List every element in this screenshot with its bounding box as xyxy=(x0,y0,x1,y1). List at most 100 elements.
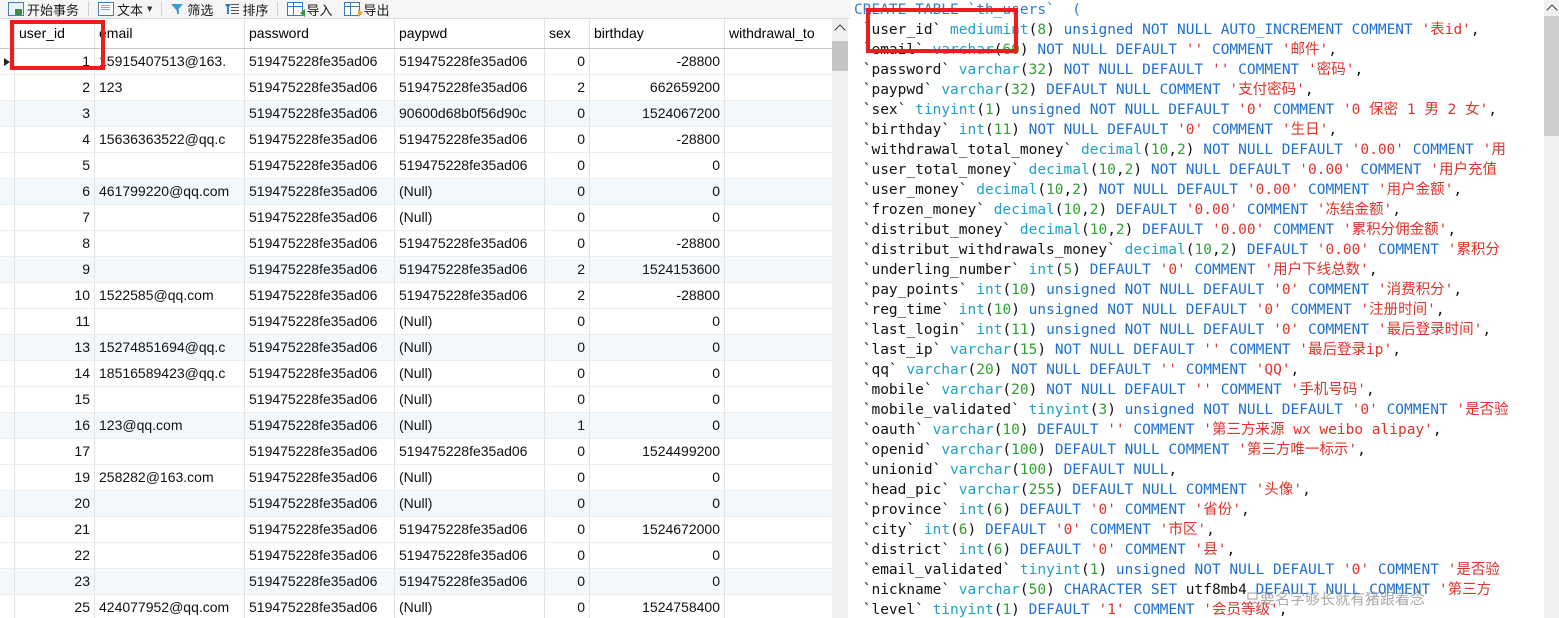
cell-withdrawal_to[interactable] xyxy=(724,516,837,543)
cell-password[interactable]: 519475228fe35ad06 xyxy=(244,438,395,465)
cell-user_id[interactable]: 15 xyxy=(14,386,95,413)
column-header-birthday[interactable]: birthday xyxy=(589,19,725,49)
cell-paypwd[interactable]: 519475228fe35ad06 xyxy=(394,438,545,465)
toolbar-button-sort[interactable]: 排序 xyxy=(219,0,274,18)
cell-paypwd[interactable]: 519475228fe35ad06 xyxy=(394,256,545,283)
cell-paypwd[interactable]: 519475228fe35ad06 xyxy=(394,230,545,257)
table-row[interactable]: 6 461799220@qq.com 519475228fe35ad06 (Null)… xyxy=(0,178,837,205)
cell-withdrawal_to[interactable] xyxy=(724,256,837,283)
table-row[interactable]: 4 15636363522@qq.c 519475228fe35ad06 519475… xyxy=(0,126,837,153)
cell-paypwd[interactable]: 519475228fe35ad06 xyxy=(394,516,545,543)
cell-password[interactable]: 519475228fe35ad06 xyxy=(244,490,395,517)
cell-user_id[interactable]: 25 xyxy=(14,594,95,618)
cell-email[interactable]: 123@qq.com xyxy=(94,412,245,439)
cell-user_id[interactable]: 14 xyxy=(14,360,95,387)
cell-password[interactable]: 519475228fe35ad06 xyxy=(244,178,395,205)
cell-withdrawal_to[interactable] xyxy=(724,490,837,517)
cell-paypwd[interactable]: 519475228fe35ad06 xyxy=(394,282,545,309)
cell-sex[interactable]: 0 xyxy=(544,516,590,543)
cell-sex[interactable]: 0 xyxy=(544,126,590,153)
cell-birthday[interactable]: 0 xyxy=(589,178,725,205)
table-row[interactable]: 8 519475228fe35ad06 519475228fe35ad06 0 -288… xyxy=(0,230,837,257)
cell-email[interactable] xyxy=(94,386,245,413)
cell-withdrawal_to[interactable] xyxy=(724,48,837,75)
cell-birthday[interactable]: -28800 xyxy=(589,126,725,153)
cell-withdrawal_to[interactable] xyxy=(724,100,837,127)
cell-password[interactable]: 519475228fe35ad06 xyxy=(244,230,395,257)
cell-birthday[interactable]: 0 xyxy=(589,360,725,387)
cell-birthday[interactable]: 0 xyxy=(589,152,725,179)
cell-password[interactable]: 519475228fe35ad06 xyxy=(244,594,395,618)
cell-paypwd[interactable]: 519475228fe35ad06 xyxy=(394,74,545,101)
cell-email[interactable]: 123 xyxy=(94,74,245,101)
cell-user_id[interactable]: 6 xyxy=(14,178,95,205)
table-row[interactable]: 3 519475228fe35ad06 90600d68b0f56d90c 0 1524… xyxy=(0,100,837,127)
cell-paypwd[interactable]: (Null) xyxy=(394,360,545,387)
cell-password[interactable]: 519475228fe35ad06 xyxy=(244,568,395,595)
cell-birthday[interactable]: 1524153600 xyxy=(589,256,725,283)
cell-password[interactable]: 519475228fe35ad06 xyxy=(244,74,395,101)
cell-birthday[interactable]: 0 xyxy=(589,204,725,231)
cell-user_id[interactable]: 17 xyxy=(14,438,95,465)
column-header-email[interactable]: email xyxy=(94,19,245,49)
cell-email[interactable]: 424077952@qq.com xyxy=(94,594,245,618)
row-marker-cell[interactable] xyxy=(0,152,15,179)
cell-email[interactable]: 461799220@qq.com xyxy=(94,178,245,205)
cell-birthday[interactable]: 0 xyxy=(589,334,725,361)
cell-user_id[interactable]: 16 xyxy=(14,412,95,439)
cell-user_id[interactable]: 22 xyxy=(14,542,95,569)
sql-scrollbar-thumb[interactable] xyxy=(1544,16,1559,136)
cell-sex[interactable]: 2 xyxy=(544,282,590,309)
cell-user_id[interactable]: 3 xyxy=(14,100,95,127)
cell-sex[interactable]: 1 xyxy=(544,412,590,439)
cell-withdrawal_to[interactable] xyxy=(724,360,837,387)
cell-sex[interactable]: 0 xyxy=(544,464,590,491)
cell-user_id[interactable]: 8 xyxy=(14,230,95,257)
row-marker-cell[interactable] xyxy=(0,308,15,335)
cell-user_id[interactable]: 7 xyxy=(14,204,95,231)
table-row[interactable]: 14 18516589423@qq.c 519475228fe35ad06 (Null… xyxy=(0,360,837,387)
cell-email[interactable]: 18516589423@qq.c xyxy=(94,360,245,387)
cell-password[interactable]: 519475228fe35ad06 xyxy=(244,256,395,283)
cell-user_id[interactable]: 20 xyxy=(14,490,95,517)
cell-sex[interactable]: 0 xyxy=(544,386,590,413)
cell-user_id[interactable]: 2 xyxy=(14,74,95,101)
cell-paypwd[interactable]: 519475228fe35ad06 xyxy=(394,542,545,569)
cell-paypwd[interactable]: (Null) xyxy=(394,334,545,361)
row-marker-cell[interactable] xyxy=(0,334,15,361)
cell-user_id[interactable]: 23 xyxy=(14,568,95,595)
cell-email[interactable] xyxy=(94,230,245,257)
grid-scroll-area[interactable]: user_id email password paypwd sex birthd… xyxy=(0,19,850,618)
cell-withdrawal_to[interactable] xyxy=(724,542,837,569)
cell-birthday[interactable]: 0 xyxy=(589,308,725,335)
cell-birthday[interactable]: 0 xyxy=(589,386,725,413)
row-marker-cell[interactable] xyxy=(0,386,15,413)
cell-birthday[interactable]: -28800 xyxy=(589,230,725,257)
column-header-withdrawal_to[interactable]: withdrawal_to xyxy=(724,19,837,49)
cell-email[interactable]: 15636363522@qq.c xyxy=(94,126,245,153)
row-marker-cell[interactable] xyxy=(0,48,15,75)
cell-birthday[interactable]: 1524672000 xyxy=(589,516,725,543)
cell-email[interactable] xyxy=(94,542,245,569)
cell-withdrawal_to[interactable] xyxy=(724,204,837,231)
cell-user_id[interactable]: 4 xyxy=(14,126,95,153)
cell-birthday[interactable]: 0 xyxy=(589,568,725,595)
cell-withdrawal_to[interactable] xyxy=(724,334,837,361)
toolbar-button-import[interactable]: 导入 xyxy=(281,0,338,18)
cell-sex[interactable]: 0 xyxy=(544,490,590,517)
cell-email[interactable] xyxy=(94,438,245,465)
toolbar-button-export[interactable]: 导出 xyxy=(338,0,395,18)
cell-withdrawal_to[interactable] xyxy=(724,464,837,491)
cell-email[interactable] xyxy=(94,204,245,231)
cell-sex[interactable]: 0 xyxy=(544,568,590,595)
sql-vertical-scrollbar[interactable] xyxy=(1544,0,1559,618)
row-marker-cell[interactable] xyxy=(0,100,15,127)
cell-password[interactable]: 519475228fe35ad06 xyxy=(244,464,395,491)
cell-password[interactable]: 519475228fe35ad06 xyxy=(244,152,395,179)
cell-user_id[interactable]: 11 xyxy=(14,308,95,335)
cell-paypwd[interactable]: (Null) xyxy=(394,204,545,231)
cell-email[interactable] xyxy=(94,490,245,517)
table-row[interactable]: 20 519475228fe35ad06 (Null) 0 0 xyxy=(0,490,837,517)
cell-sex[interactable]: 0 xyxy=(544,334,590,361)
table-row[interactable]: 13 15274851694@qq.c 519475228fe35ad06 (Null… xyxy=(0,334,837,361)
